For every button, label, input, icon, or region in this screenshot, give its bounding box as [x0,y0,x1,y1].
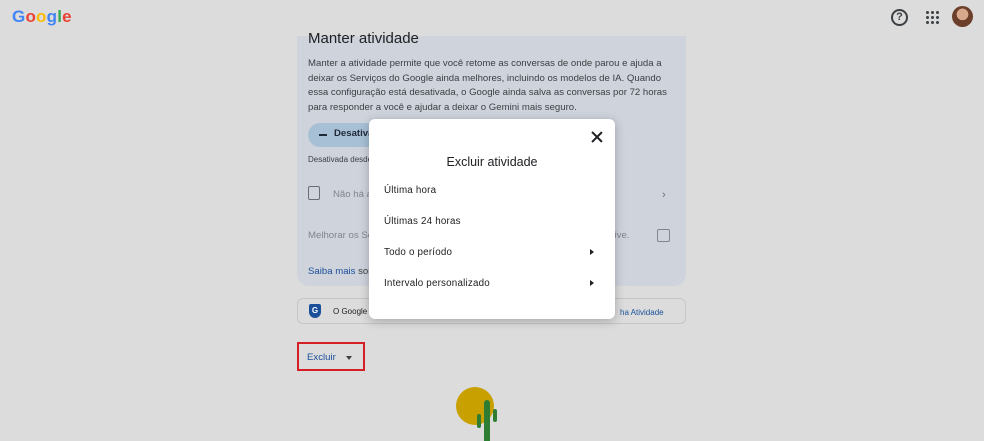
disabled-since-text: Desativada desde [308,155,373,164]
caret-down-icon [346,356,352,360]
apps-grid-icon[interactable] [926,11,939,24]
delete-dropdown-button[interactable]: Excluir [297,342,365,371]
logo-letter: o [36,7,47,26]
google-logo[interactable]: Google [12,7,72,27]
logo-letter: o [25,7,37,26]
help-icon[interactable]: ? [891,9,908,26]
improve-services-tail: íve. [614,230,630,241]
cactus-illustration [484,400,490,441]
learn-more-link[interactable]: Saiba mais [308,266,355,277]
learn-more-line: Saiba mais sob [308,266,374,277]
minus-icon [319,134,327,136]
improve-services-checkbox[interactable] [657,229,670,242]
dialog-title: Excluir atividade [446,155,538,169]
option-last-24-hours[interactable]: Últimas 24 horas [369,207,615,237]
history-icon [308,186,320,200]
logo-letter: e [62,7,72,26]
improve-services-text: Melhorar os Se [308,230,374,241]
my-activity-link[interactable]: ha Atividade [620,308,664,317]
close-icon[interactable] [589,129,605,145]
option-label: Última hora [384,185,437,196]
cactus-illustration-arm-left [477,414,481,428]
account-avatar[interactable] [952,6,973,27]
card-title: Manter atividade [308,30,419,47]
info-box-text: O Google [333,307,368,316]
delete-button-label: Excluir [307,352,336,363]
delete-activity-dialog: Excluir atividade Última hora Últimas 24… [369,119,615,319]
logo-letter: G [12,7,26,26]
caret-right-icon [590,280,594,286]
option-label: Intervalo personalizado [384,278,490,289]
option-last-hour[interactable]: Última hora [369,176,615,206]
option-all-time[interactable]: Todo o período [369,238,615,268]
chevron-right-icon[interactable]: › [662,189,666,201]
option-label: Últimas 24 horas [384,216,461,227]
card-description: Manter a atividade permite que você reto… [308,58,667,113]
option-custom-range[interactable]: Intervalo personalizado [369,269,615,299]
logo-letter: g [46,7,58,26]
toggle-label: Desativa [334,128,374,139]
top-bar: Google ? [0,0,984,36]
shield-icon: G [309,304,321,318]
caret-right-icon [590,249,594,255]
option-label: Todo o período [384,247,453,258]
cactus-illustration-arm-right [493,409,497,422]
no-history-text: Não há a [333,189,372,200]
